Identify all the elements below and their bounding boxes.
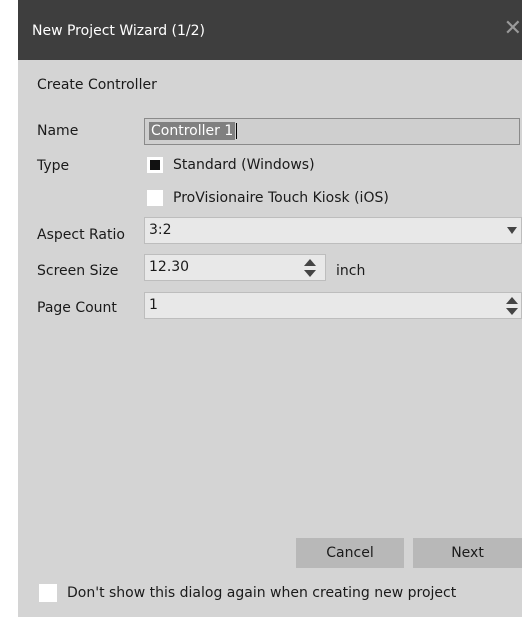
kiosk-label: ProVisionaire Touch Kiosk (iOS) xyxy=(173,190,389,206)
screen-size-unit: inch xyxy=(336,263,366,279)
next-button[interactable]: Next xyxy=(413,538,522,568)
chevron-down-icon[interactable] xyxy=(507,227,517,234)
page-count-value: 1 xyxy=(149,297,158,313)
dont-show-again-checkbox[interactable] xyxy=(39,584,57,602)
new-project-wizard-dialog: New Project Wizard (1/2) ✕ Create Contro… xyxy=(18,0,522,617)
name-input-value: Controller 1 xyxy=(149,122,236,140)
section-title: Create Controller xyxy=(37,77,157,93)
aspect-ratio-value: 3:2 xyxy=(149,222,172,238)
screen-size-stepper[interactable]: 12.30 xyxy=(144,254,326,281)
name-input[interactable]: Controller 1 xyxy=(144,118,520,145)
standard-checkbox[interactable] xyxy=(147,157,163,173)
text-caret xyxy=(236,123,238,139)
aspect-ratio-label: Aspect Ratio xyxy=(37,227,125,243)
cancel-button[interactable]: Cancel xyxy=(296,538,404,568)
kiosk-checkbox[interactable] xyxy=(147,190,163,206)
window-title: New Project Wizard (1/2) xyxy=(32,23,205,39)
screen-size-label: Screen Size xyxy=(37,263,119,279)
spinner-arrows-icon[interactable] xyxy=(505,297,518,315)
aspect-ratio-select[interactable]: 3:2 xyxy=(144,217,522,244)
screen-size-value: 12.30 xyxy=(149,259,190,275)
type-option-standard[interactable]: Standard (Windows) xyxy=(147,157,315,173)
title-bar: New Project Wizard (1/2) ✕ xyxy=(18,0,522,60)
page-count-label: Page Count xyxy=(37,300,117,316)
dont-show-again-label: Don't show this dialog again when creati… xyxy=(67,585,457,601)
standard-label: Standard (Windows) xyxy=(173,157,315,173)
type-option-kiosk[interactable]: ProVisionaire Touch Kiosk (iOS) xyxy=(147,190,389,206)
dont-show-again-option[interactable]: Don't show this dialog again when creati… xyxy=(39,584,456,602)
spinner-arrows-icon[interactable] xyxy=(303,259,316,277)
name-label: Name xyxy=(37,123,79,139)
type-label: Type xyxy=(37,158,70,174)
close-icon[interactable]: ✕ xyxy=(504,18,522,40)
page-count-stepper[interactable]: 1 xyxy=(144,292,522,319)
